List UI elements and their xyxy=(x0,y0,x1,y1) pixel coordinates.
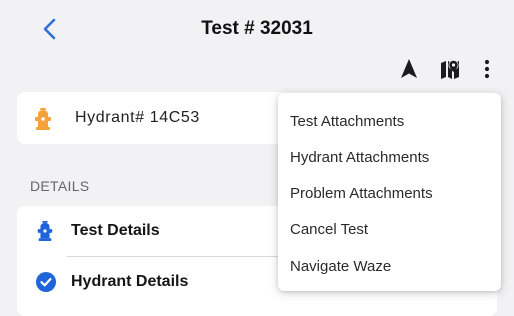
map-pin-icon xyxy=(441,60,459,79)
section-label-details: DETAILS xyxy=(30,178,90,194)
menu-item-label: Problem Attachments xyxy=(290,185,433,202)
more-options-button[interactable] xyxy=(475,57,499,81)
options-menu: Test Attachments Hydrant Attachments Pro… xyxy=(278,93,501,291)
hydrant-details-label: Hydrant Details xyxy=(71,273,189,290)
menu-item-cancel-test[interactable]: Cancel Test xyxy=(278,211,501,247)
menu-item-hydrant-attachments[interactable]: Hydrant Attachments xyxy=(278,139,501,175)
navigation-arrow-icon xyxy=(401,59,417,78)
fire-hydrant-icon xyxy=(35,108,51,130)
menu-item-label: Test Attachments xyxy=(290,113,405,130)
check-circle-icon xyxy=(36,272,56,292)
menu-item-problem-attachments[interactable]: Problem Attachments xyxy=(278,175,501,211)
page-title: Test # 32031 xyxy=(201,18,313,39)
more-vertical-icon xyxy=(484,59,490,79)
menu-item-label: Hydrant Attachments xyxy=(290,149,430,166)
menu-item-label: Navigate Waze xyxy=(290,258,392,275)
test-details-label: Test Details xyxy=(71,222,160,239)
menu-item-test-attachments[interactable]: Test Attachments xyxy=(278,103,501,139)
menu-item-label: Cancel Test xyxy=(290,221,369,238)
map-button[interactable] xyxy=(438,57,462,81)
menu-item-navigate-waze[interactable]: Navigate Waze xyxy=(278,248,501,284)
navigate-button[interactable] xyxy=(397,57,421,81)
header-bar: Test # 32031 xyxy=(0,0,514,92)
hydrant-label: Hydrant# 14C53 xyxy=(75,109,200,126)
fire-hydrant-icon xyxy=(36,221,54,241)
